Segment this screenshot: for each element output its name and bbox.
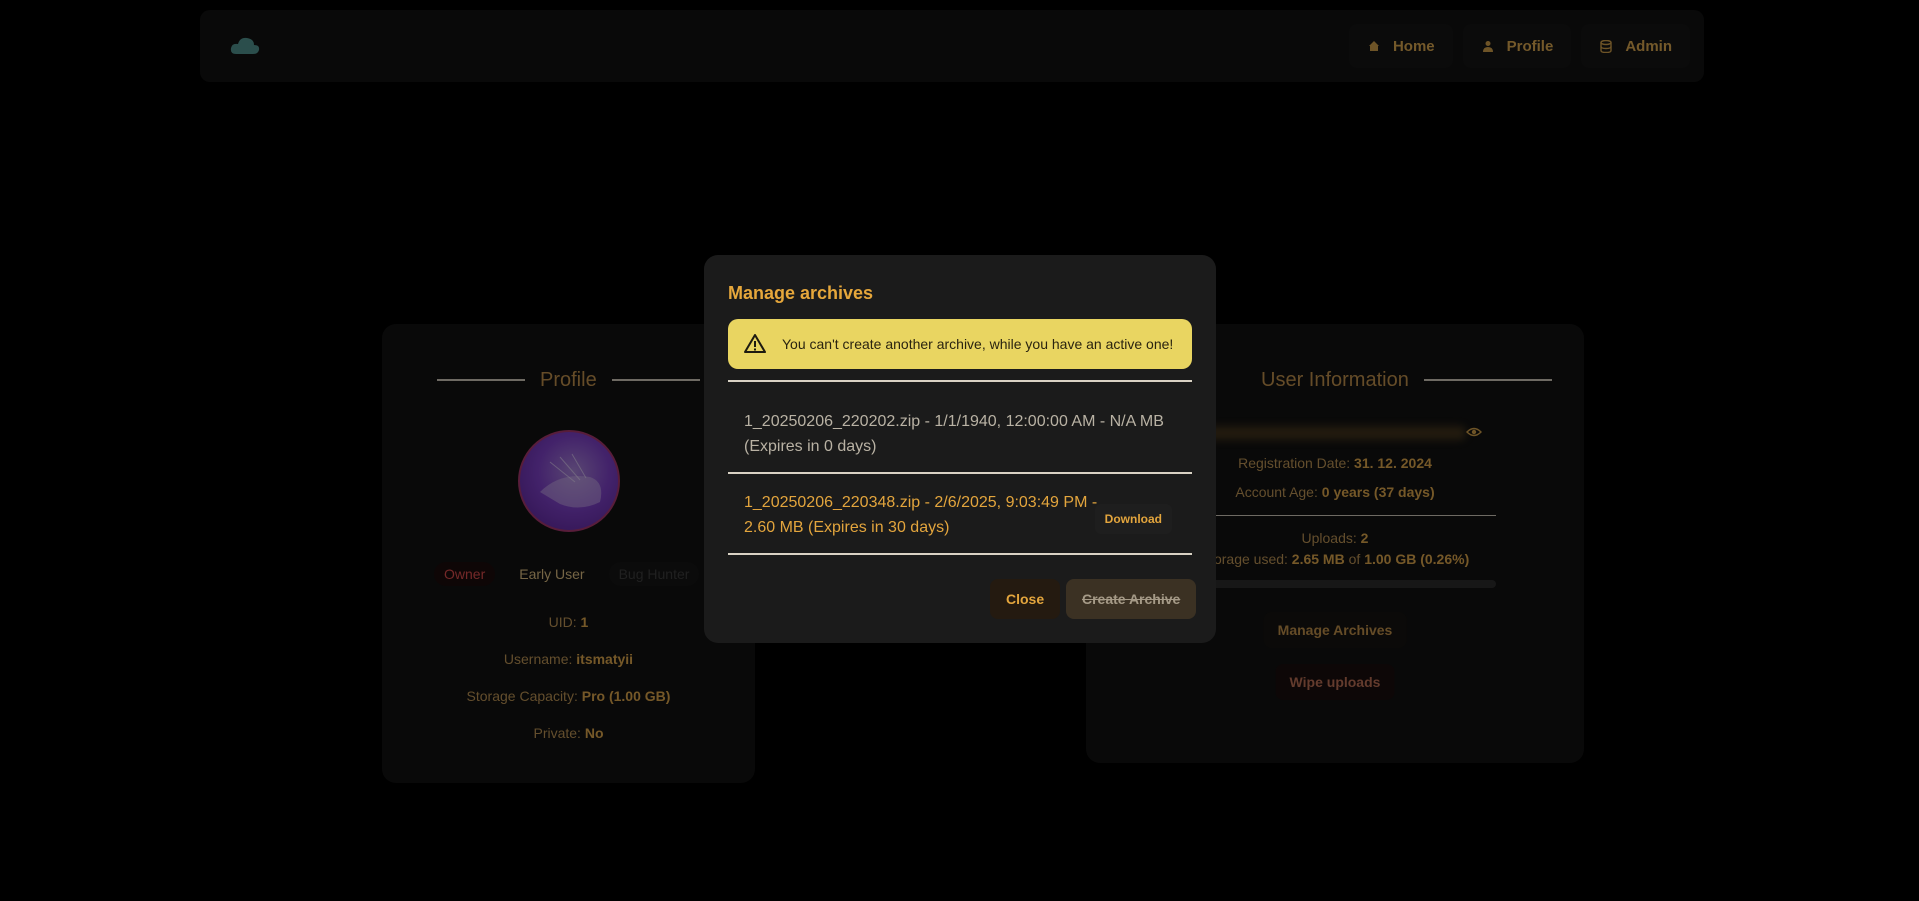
close-button[interactable]: Close (990, 579, 1061, 619)
archive-item-active: 1_20250206_220348.zip - 2/6/2025, 9:03:4… (728, 490, 1192, 540)
warning-icon (744, 334, 766, 353)
download-button[interactable]: Download (1094, 504, 1172, 534)
list-divider (728, 380, 1192, 382)
archive-text: 1_20250206_220202.zip - 1/1/1940, 12:00:… (744, 413, 1164, 455)
archive-item-expired: 1_20250206_220202.zip - 1/1/1940, 12:00:… (728, 409, 1192, 459)
archive-text: 1_20250206_220348.zip - 2/6/2025, 9:03:4… (744, 494, 1098, 536)
manage-archives-modal: Manage archives You can't create another… (704, 255, 1216, 643)
alert-text: You can't create another archive, while … (782, 336, 1174, 352)
modal-title: Manage archives (728, 283, 874, 303)
create-archive-button[interactable]: Create Archive (1066, 579, 1197, 619)
list-divider (728, 472, 1192, 474)
list-divider (728, 553, 1192, 555)
warning-alert: You can't create another archive, while … (728, 319, 1192, 369)
